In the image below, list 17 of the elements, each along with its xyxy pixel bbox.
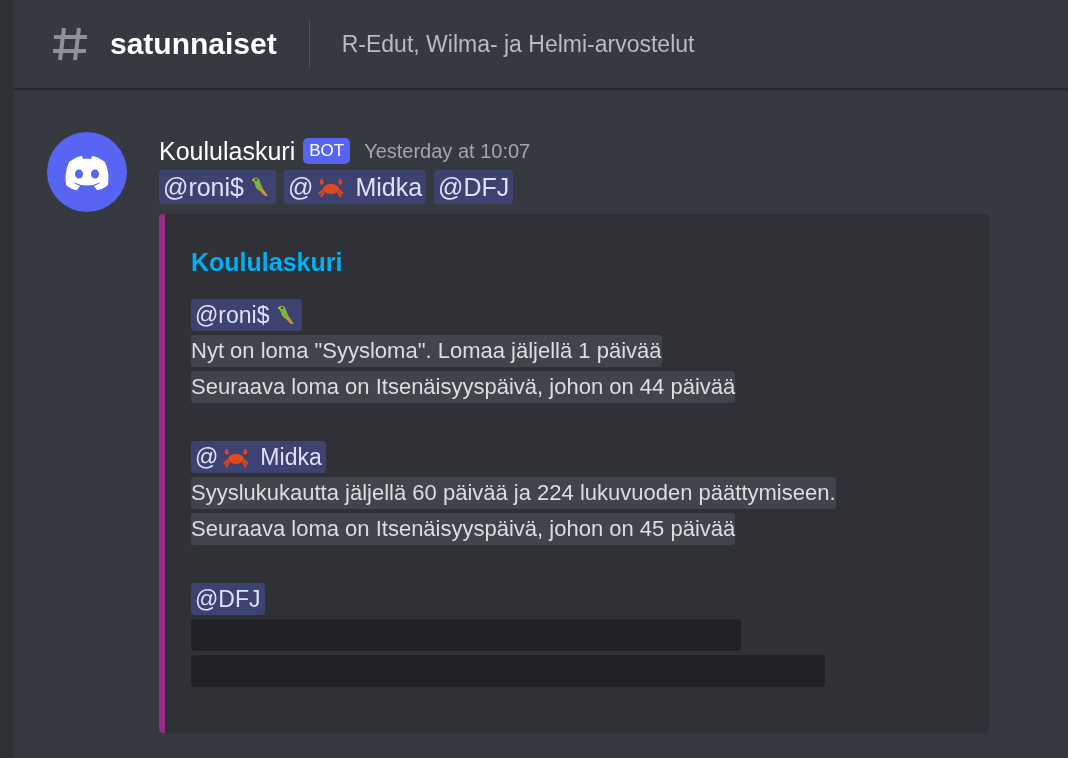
embed-text: Seuraava loma on Itsenäisyyspäivä, johon on 45 päivää (191, 513, 736, 545)
author-name[interactable]: Koululaskuri (159, 136, 296, 166)
embed-text: Nyt on loma "Syysloma". Lomaa jäljellä 1 päivää (191, 335, 662, 367)
embed-text: Syyslukukautta jäljellä 60 päivää ja 224 lukuvuoden päättymiseen. (191, 477, 836, 509)
user-mention[interactable]: @ Midka (191, 441, 326, 473)
timestamp: Yesterday at 10:07 (364, 139, 531, 163)
user-mention[interactable]: @roni$ (159, 170, 276, 204)
embed-text: Seuraava loma on Itsenäisyyspäivä, johon on 44 päivää (191, 371, 736, 403)
avatar[interactable] (47, 132, 127, 212)
user-mention[interactable]: @ Midka (284, 170, 427, 204)
bot-badge: BOT (303, 138, 351, 164)
user-mention[interactable]: @DFJ (434, 170, 514, 204)
channel-name: satunnaiset (110, 27, 277, 61)
user-mention[interactable]: @roni$ (191, 299, 302, 331)
user-mention[interactable]: @DFJ (191, 583, 265, 615)
embed-title[interactable]: Koululaskuri (191, 248, 969, 277)
channel-topic: R-Edut, Wilma- ja Helmi-arvostelut (341, 30, 695, 58)
